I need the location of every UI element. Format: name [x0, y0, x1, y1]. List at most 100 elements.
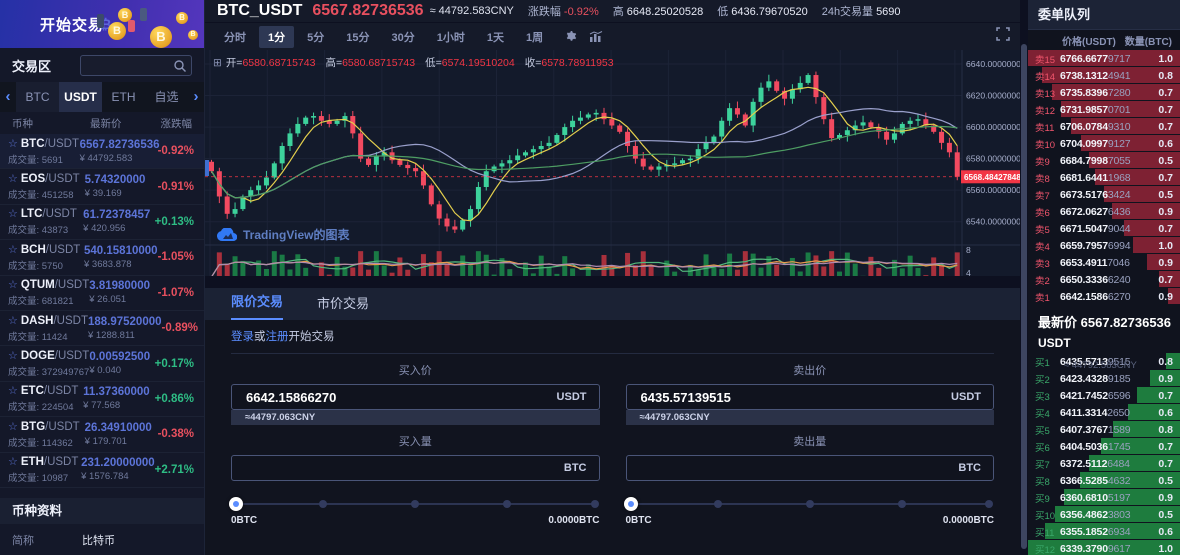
order-price: 6731.98570701 — [1060, 104, 1130, 116]
coin-info-title: 币种资料 — [0, 498, 204, 524]
sidebar-tab-自选[interactable]: 自选 — [145, 82, 188, 112]
cny-approx: ≈ 44792.583CNY — [430, 5, 514, 17]
fullscreen-expand-icon[interactable] — [996, 27, 1010, 46]
order-amount: 0.6 — [1158, 138, 1173, 150]
pair-cny: ¥ 39.169 — [85, 188, 158, 199]
pair-row-dash[interactable]: ☆DASH/USDT成交量: 11424188.97520000¥ 1288.8… — [0, 311, 204, 346]
ask-row-卖9[interactable]: 卖96684.799870550.5 — [1028, 152, 1180, 169]
volume-stat: 24h交易量5690 — [822, 3, 901, 19]
timeframe-15分[interactable]: 15分 — [337, 26, 378, 48]
ask-row-卖5[interactable]: 卖56671.504790440.7 — [1028, 220, 1180, 237]
buy-slider-thumb[interactable] — [229, 497, 243, 511]
buy-amount-slider[interactable] — [231, 497, 600, 511]
pair-base: EOS — [21, 173, 45, 185]
ask-row-卖4[interactable]: 卖46659.795769941.0 — [1028, 237, 1180, 254]
ask-row-卖3[interactable]: 卖36653.491170460.9 — [1028, 254, 1180, 271]
order-price: 6672.06276436 — [1060, 206, 1130, 218]
buy-amount-input[interactable] — [232, 456, 599, 480]
sell-amount-input[interactable] — [627, 456, 994, 480]
ask-row-卖1[interactable]: 卖16642.158662700.9 — [1028, 288, 1180, 305]
pair-row-qtum[interactable]: ☆QTUM/USDT成交量: 6818213.81980000¥ 26.051-… — [0, 276, 204, 311]
bid-row-买4[interactable]: 买46411.331426500.6 — [1028, 404, 1180, 421]
pair-change: -0.92% — [158, 145, 194, 157]
login-link[interactable]: 登录 — [231, 331, 254, 343]
pair-row-btg[interactable]: ☆BTG/USDT成交量: 11436226.34910000¥ 179.701… — [0, 417, 204, 452]
bid-row-买12[interactable]: 买126339.379096171.0 — [1028, 540, 1180, 555]
order-price: 6766.66779717 — [1060, 53, 1130, 65]
sell-amount-unit: BTC — [958, 462, 981, 474]
bid-row-买9[interactable]: 买96360.681051970.9 — [1028, 489, 1180, 506]
ask-row-卖10[interactable]: 卖106704.099791270.6 — [1028, 135, 1180, 152]
timeframe-1小时[interactable]: 1小时 — [428, 26, 474, 48]
timeframe-分时[interactable]: 分时 — [215, 26, 255, 48]
favorite-star-icon[interactable]: ☆ — [8, 138, 18, 150]
pair-row-etc[interactable]: ☆ETC/USDT成交量: 22450411.37360000¥ 77.568+… — [0, 382, 204, 417]
bid-row-买7[interactable]: 买76372.511264840.7 — [1028, 455, 1180, 472]
ask-row-卖13[interactable]: 卖136735.839672800.7 — [1028, 84, 1180, 101]
scrollbar-thumb[interactable] — [1021, 44, 1027, 549]
pair-row-eos[interactable]: ☆EOS/USDT成交量: 4512585.74320000¥ 39.169-0… — [0, 169, 204, 204]
favorite-star-icon[interactable]: ☆ — [8, 350, 18, 362]
pair-cny: ¥ 26.051 — [89, 294, 157, 305]
sell-price-input[interactable] — [627, 385, 994, 409]
sell-amount-slider[interactable] — [626, 497, 995, 511]
timeframe-5分[interactable]: 5分 — [298, 26, 333, 48]
ask-row-卖6[interactable]: 卖66672.062764360.9 — [1028, 203, 1180, 220]
ask-row-卖7[interactable]: 卖76673.517634240.5 — [1028, 186, 1180, 203]
buy-price-input[interactable] — [232, 385, 599, 409]
candlestick-chart[interactable]: ⊞开=6580.68715743高=6580.68715743低=6574.19… — [205, 50, 1020, 312]
ask-row-卖12[interactable]: 卖126731.985707010.7 — [1028, 101, 1180, 118]
favorite-star-icon[interactable]: ☆ — [8, 456, 18, 468]
bid-row-买2[interactable]: 买26423.432891850.9 — [1028, 370, 1180, 387]
order-amount: 0.6 — [1158, 526, 1173, 538]
bid-row-买10[interactable]: 买106356.486238030.5 — [1028, 506, 1180, 523]
favorite-star-icon[interactable]: ☆ — [8, 421, 18, 433]
favorite-star-icon[interactable]: ☆ — [8, 173, 18, 185]
low-stat: 低6436.79670520 — [717, 3, 807, 19]
timeframe-1分[interactable]: 1分 — [259, 26, 294, 48]
pair-row-doge[interactable]: ☆DOGE/USDT成交量: 3729497670.00592500¥ 0.04… — [0, 346, 204, 381]
bid-row-买5[interactable]: 买56407.376715890.8 — [1028, 421, 1180, 438]
order-amount: 0.5 — [1158, 475, 1173, 487]
favorite-star-icon[interactable]: ☆ — [8, 315, 18, 327]
trade-tab-限价交易[interactable]: 限价交易 — [231, 291, 283, 320]
ask-row-卖14[interactable]: 卖146738.131249410.8 — [1028, 67, 1180, 84]
order-amount: 0.5 — [1158, 509, 1173, 521]
favorite-star-icon[interactable]: ☆ — [8, 208, 18, 220]
pair-row-bch[interactable]: ☆BCH/USDT成交量: 5750540.15810000¥ 3683.878… — [0, 240, 204, 275]
bid-row-买11[interactable]: 买116355.185269340.6 — [1028, 523, 1180, 540]
bid-row-买8[interactable]: 买86366.528546320.5 — [1028, 472, 1180, 489]
timeframe-1天[interactable]: 1天 — [478, 26, 513, 48]
bid-row-买1[interactable]: 买16435.571395150.8 — [1028, 353, 1180, 370]
sell-slider-thumb[interactable] — [624, 497, 638, 511]
timeframe-30分[interactable]: 30分 — [383, 26, 424, 48]
chart-settings-gear-icon[interactable] — [564, 30, 577, 43]
order-level-label: 买2 — [1035, 372, 1060, 386]
tabs-left-arrow-icon[interactable]: ‹ — [0, 83, 16, 111]
sidebar-tab-usdt[interactable]: USDT — [59, 82, 102, 112]
order-amount: 0.9 — [1158, 492, 1173, 504]
indicator-chart-icon[interactable] — [589, 31, 604, 43]
pair-row-eth[interactable]: ☆ETH/USDT成交量: 10987231.20000000¥ 1576.78… — [0, 453, 204, 488]
sidebar-tab-eth[interactable]: ETH — [102, 82, 145, 112]
pair-row-btc[interactable]: ☆BTC/USDT成交量: 56916567.82736536¥ 44792.5… — [0, 134, 204, 169]
pair-row-ltc[interactable]: ☆LTC/USDT成交量: 4387361.72378457¥ 420.956+… — [0, 205, 204, 240]
favorite-star-icon[interactable]: ☆ — [8, 279, 18, 291]
ask-row-卖15[interactable]: 卖156766.667797171.0 — [1028, 50, 1180, 67]
order-level-label: 卖8 — [1035, 171, 1060, 185]
bid-row-买3[interactable]: 买36421.745265960.7 — [1028, 387, 1180, 404]
ask-row-卖2[interactable]: 卖26650.333662400.7 — [1028, 271, 1180, 288]
promo-banner[interactable]: 开始交易 ₿ B B B B B — [0, 0, 204, 48]
sidebar-tab-btc[interactable]: BTC — [16, 82, 59, 112]
order-price: 6673.51763424 — [1060, 189, 1130, 201]
favorite-star-icon[interactable]: ☆ — [8, 385, 18, 397]
ask-row-卖11[interactable]: 卖116706.078493100.7 — [1028, 118, 1180, 135]
timeframe-1周[interactable]: 1周 — [517, 26, 552, 48]
tabs-right-arrow-icon[interactable]: › — [188, 83, 204, 111]
bid-row-买6[interactable]: 买66404.503617450.7 — [1028, 438, 1180, 455]
ask-row-卖8[interactable]: 卖86681.644119680.7 — [1028, 169, 1180, 186]
register-link[interactable]: 注册 — [266, 331, 289, 343]
order-level-label: 卖1 — [1035, 290, 1060, 304]
trade-tab-市价交易[interactable]: 市价交易 — [317, 293, 369, 320]
favorite-star-icon[interactable]: ☆ — [8, 244, 18, 256]
